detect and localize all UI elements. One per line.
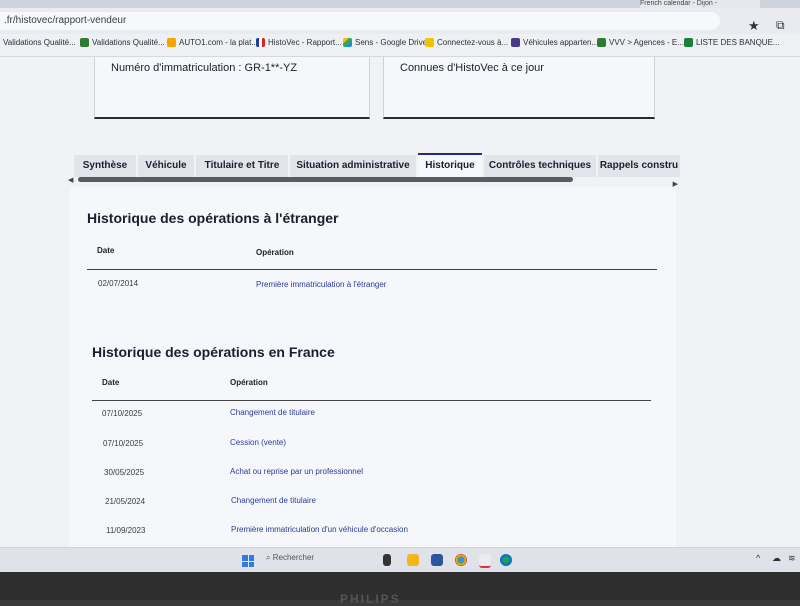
tray-chevron-icon[interactable]: ^: [756, 553, 760, 563]
bookmark-item[interactable]: VVV > Agences - E...: [597, 38, 684, 47]
tab-vehicule[interactable]: Véhicule: [138, 155, 194, 177]
france-date: 21/05/2024: [105, 497, 146, 506]
green-folder-icon: [80, 38, 89, 47]
france-operation: Changement de titulaire: [230, 408, 315, 417]
france-col-operation: Opération: [230, 378, 268, 387]
scroll-left-icon[interactable]: ◀: [68, 176, 73, 184]
monitor-bezel: PHILIPS: [0, 572, 800, 606]
immatriculation-text: Numéro d'immatriculation : GR-1**-YZ: [111, 62, 298, 74]
bookmark-label: VVV > Agences - E...: [609, 38, 684, 47]
france-date: 07/10/2025: [103, 439, 144, 448]
france-operation: Changement de titulaire: [231, 496, 316, 505]
etranger-col-operation: Opération: [256, 248, 294, 257]
extensions-icon[interactable]: ⧉: [776, 18, 785, 33]
search-placeholder: Rechercher: [272, 553, 315, 562]
tab-titulaire[interactable]: Titulaire et Titre: [196, 155, 288, 177]
france-date: 07/10/2025: [102, 409, 143, 418]
search-icon: ⌕: [266, 553, 271, 562]
bookmark-item[interactable]: AUTO1.com - la plat...: [167, 38, 258, 47]
connues-card: Connues d'HistoVec à ce jour: [383, 57, 655, 119]
browser-tab[interactable]: French calendar - Dijon -: [640, 0, 760, 8]
bookmark-star-icon[interactable]: ★: [748, 18, 760, 34]
yellow-site-icon: [425, 38, 434, 47]
cloud-icon[interactable]: ☁: [772, 553, 781, 564]
store-icon[interactable]: [431, 554, 443, 566]
france-operation: Première immatriculation d'un véhicule d…: [231, 525, 408, 534]
france-date: 30/05/2025: [104, 468, 145, 477]
browser-tab-strip: French calendar - Dijon -: [0, 0, 800, 8]
report-tabs: Synthèse Véhicule Titulaire et Titre Sit…: [74, 153, 680, 179]
url-field[interactable]: .fr/histovec/rapport-vendeur: [0, 12, 720, 30]
tab-synthese[interactable]: Synthèse: [74, 155, 136, 177]
bookmark-label: Sens - Google Drive: [355, 38, 428, 47]
green-folder-icon: [597, 38, 606, 47]
etranger-operation: Première immatriculation à l'étranger: [256, 280, 387, 289]
tab-situation-administrative[interactable]: Situation administrative: [290, 155, 416, 177]
etranger-col-date: Date: [97, 246, 115, 255]
task-view-icon[interactable]: [383, 554, 391, 566]
france-title: Historique des opérations en France: [92, 344, 335, 360]
bookmark-item[interactable]: LISTE DES BANQUE...: [684, 38, 780, 47]
france-divider: [92, 400, 651, 401]
bookmark-item[interactable]: Sens - Google Drive: [343, 38, 427, 47]
bookmark-label: Véhicules apparten...: [523, 38, 599, 47]
bookmark-item[interactable]: HistoVec - Rapport...: [256, 38, 342, 47]
connues-text: Connues d'HistoVec à ce jour: [400, 62, 544, 74]
tab-rappels[interactable]: Rappels constru: [598, 155, 680, 177]
windows-taskbar: ⌕ Rechercher ^ ☁ ≋: [0, 547, 800, 572]
wifi-icon[interactable]: ≋: [788, 553, 796, 564]
bookmark-item[interactable]: Véhicules apparten...: [511, 38, 598, 47]
tab-historique[interactable]: Historique: [418, 153, 482, 179]
bookmark-label: AUTO1.com - la plat...: [179, 38, 258, 47]
etranger-title: Historique des opérations à l'étranger: [87, 210, 339, 226]
purple-site-icon: [511, 38, 520, 47]
bookmark-label: Validations Qualité...: [92, 38, 165, 47]
monitor-brand: PHILIPS: [340, 592, 401, 606]
file-explorer-icon[interactable]: [407, 554, 419, 566]
etranger-divider: [87, 269, 657, 270]
histovec-page: Numéro d'immatriculation : GR-1**-YZ Con…: [0, 57, 800, 547]
france-date: 11/09/2023: [106, 526, 146, 535]
bookmark-label: Connectez-vous à...: [437, 38, 509, 47]
historique-panel: Historique des opérations à l'étranger D…: [70, 187, 676, 547]
france-operation: Cession (vente): [230, 438, 287, 447]
tab-controles-techniques[interactable]: Contrôles techniques: [484, 155, 596, 177]
edge-icon[interactable]: [500, 554, 512, 566]
app-icon[interactable]: [479, 554, 491, 568]
france-col-date: Date: [102, 378, 120, 387]
bookmarks-bar: Validations Qualité... Validations Quali…: [0, 34, 800, 57]
windows-start-icon[interactable]: [242, 555, 254, 567]
french-flag-icon: [256, 38, 265, 47]
chrome-icon[interactable]: [455, 554, 467, 566]
immatriculation-card: Numéro d'immatriculation : GR-1**-YZ: [94, 57, 370, 119]
bookmark-item[interactable]: Validations Qualité...: [3, 38, 76, 47]
green-sheet-icon: [684, 38, 693, 47]
france-operation: Achat ou reprise par un professionnel: [230, 467, 363, 476]
address-bar: .fr/histovec/rapport-vendeur ★ ⧉: [0, 8, 800, 34]
screen: French calendar - Dijon - .fr/histovec/r…: [0, 0, 800, 572]
bookmark-item[interactable]: Connectez-vous à...: [425, 38, 508, 47]
google-drive-icon: [343, 38, 352, 47]
bookmark-label: HistoVec - Rapport...: [268, 38, 342, 47]
bookmark-label: LISTE DES BANQUE...: [696, 38, 780, 47]
taskbar-search[interactable]: ⌕ Rechercher: [266, 553, 314, 563]
bookmark-label: Validations Qualité...: [3, 38, 76, 47]
etranger-date: 02/07/2014: [98, 279, 139, 288]
tabs-scrollbar[interactable]: ◀ ▶: [68, 176, 678, 188]
bookmark-item[interactable]: Validations Qualité...: [80, 38, 165, 47]
auto1-icon: [167, 38, 176, 47]
scrollbar-thumb[interactable]: [78, 177, 573, 182]
